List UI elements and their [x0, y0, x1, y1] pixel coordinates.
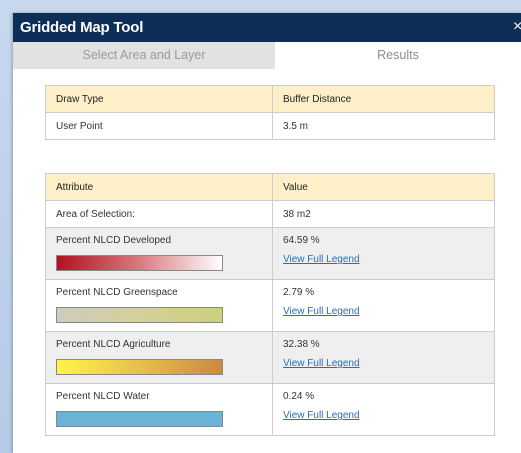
table-row: Area of Selection: 38 m2 — [45, 200, 495, 228]
table-row: Percent NLCD Developed 64.59 % View Full… — [45, 227, 495, 280]
tab-select-area-and-layer[interactable]: Select Area and Layer — [13, 42, 275, 69]
attribute-cell: Percent NLCD Developed — [45, 227, 273, 280]
attribute-cell: Percent NLCD Water — [45, 383, 273, 436]
legend-swatch-agriculture — [56, 359, 223, 375]
view-full-legend-link-developed[interactable]: View Full Legend — [283, 254, 494, 265]
title-bar: Gridded Map Tool × — [13, 13, 521, 42]
column-header-value: Value — [272, 173, 495, 201]
attribute-label-water: Percent NLCD Water — [56, 391, 150, 402]
table-header-row: Draw Type Buffer Distance — [45, 85, 495, 113]
table-header-row: Attribute Value — [45, 173, 495, 201]
area-of-selection-value: 38 m2 — [272, 200, 495, 228]
tab-results[interactable]: Results — [275, 42, 521, 69]
attribute-label-greenspace: Percent NLCD Greenspace — [56, 287, 178, 298]
column-header-draw-type: Draw Type — [45, 85, 273, 113]
value-cell: 0.24 % View Full Legend — [272, 383, 495, 436]
column-header-attribute: Attribute — [45, 173, 273, 201]
table-row: Percent NLCD Agriculture 32.38 % View Fu… — [45, 331, 495, 384]
legend-swatch-water — [56, 411, 223, 427]
draw-type-value: User Point — [45, 112, 273, 140]
area-of-selection-label: Area of Selection: — [45, 200, 273, 228]
attribute-label-agriculture: Percent NLCD Agriculture — [56, 339, 171, 350]
results-content: Draw Type Buffer Distance User Point 3.5… — [13, 69, 521, 453]
gridded-map-tool-panel: Gridded Map Tool × Select Area and Layer… — [13, 13, 521, 453]
attribute-cell: Percent NLCD Greenspace — [45, 279, 273, 332]
table-row: Percent NLCD Water 0.24 % View Full Lege… — [45, 383, 495, 436]
value-cell: 2.79 % View Full Legend — [272, 279, 495, 332]
tab-bar: Select Area and Layer Results — [13, 42, 521, 69]
attribute-value-agriculture: 32.38 % — [283, 339, 320, 350]
column-header-buffer-distance: Buffer Distance — [272, 85, 495, 113]
view-full-legend-link-agriculture[interactable]: View Full Legend — [283, 358, 494, 369]
buffer-distance-value: 3.5 m — [272, 112, 495, 140]
table-row: User Point 3.5 m — [45, 112, 495, 140]
value-cell: 32.38 % View Full Legend — [272, 331, 495, 384]
attribute-value-water: 0.24 % — [283, 391, 315, 402]
legend-swatch-developed — [56, 255, 223, 271]
attribute-cell: Percent NLCD Agriculture — [45, 331, 273, 384]
attribute-table: Attribute Value Area of Selection: 38 m2… — [45, 173, 495, 436]
close-icon[interactable]: × — [513, 18, 521, 36]
window-title: Gridded Map Tool — [20, 19, 144, 36]
draw-info-table: Draw Type Buffer Distance User Point 3.5… — [45, 85, 495, 140]
attribute-label-developed: Percent NLCD Developed — [56, 235, 172, 246]
attribute-value-greenspace: 2.79 % — [283, 287, 315, 298]
view-full-legend-link-water[interactable]: View Full Legend — [283, 410, 494, 421]
attribute-value-developed: 64.59 % — [283, 235, 320, 246]
view-full-legend-link-greenspace[interactable]: View Full Legend — [283, 306, 494, 317]
value-cell: 64.59 % View Full Legend — [272, 227, 495, 280]
legend-swatch-greenspace — [56, 307, 223, 323]
table-row: Percent NLCD Greenspace 2.79 % View Full… — [45, 279, 495, 332]
